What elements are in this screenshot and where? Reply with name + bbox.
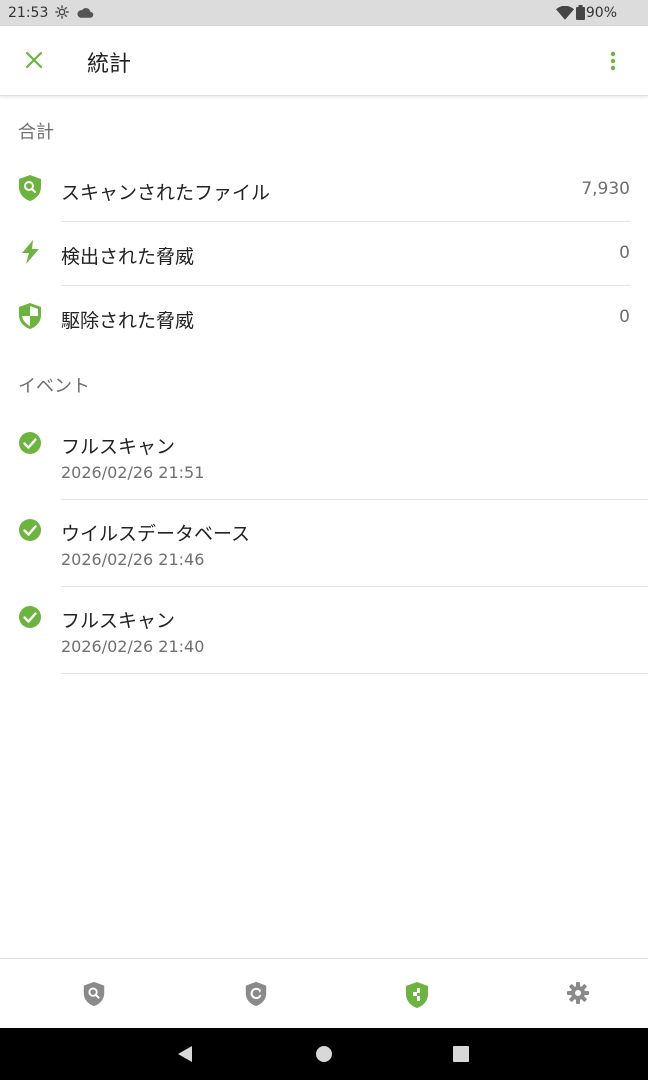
back-icon[interactable] xyxy=(176,1044,194,1068)
shield-statistics-icon xyxy=(406,982,428,1008)
event-title: フルスキャン xyxy=(61,436,176,458)
shield-update-icon xyxy=(245,981,267,1007)
stat-value: 0 xyxy=(619,307,630,327)
stat-value: 0 xyxy=(619,243,630,263)
stat-row-threats-detected: 検出された脅威 0 xyxy=(0,222,648,286)
tab-scan[interactable] xyxy=(14,959,176,1029)
shield-search-icon xyxy=(18,174,42,206)
shield-half-icon xyxy=(18,302,42,334)
home-icon[interactable] xyxy=(315,1045,333,1067)
stat-value: 7,930 xyxy=(581,179,630,199)
event-date: 2026/02/26 21:40 xyxy=(61,637,205,656)
battery-percent: 90% xyxy=(585,5,617,21)
divider xyxy=(61,673,648,674)
stat-label: 検出された脅威 xyxy=(61,246,195,268)
totals-header: 合計 xyxy=(18,122,54,143)
cloud-icon xyxy=(76,6,94,23)
tab-statistics[interactable] xyxy=(336,959,498,1029)
status-time: 21:53 xyxy=(8,5,49,21)
close-icon[interactable] xyxy=(22,48,46,76)
stat-label: スキャンされたファイル xyxy=(61,182,271,204)
events-header: イベント xyxy=(18,376,90,397)
stat-row-threats-removed: 駆除された脅威 0 xyxy=(0,286,648,350)
settings-gear-icon xyxy=(54,4,70,24)
stat-row-scanned-files: スキャンされたファイル 7,930 xyxy=(0,158,648,222)
event-date: 2026/02/26 21:46 xyxy=(61,550,205,569)
tab-settings[interactable] xyxy=(498,959,648,1029)
recents-icon[interactable] xyxy=(453,1046,469,1066)
wifi-icon xyxy=(556,5,574,24)
event-item[interactable]: ウイルスデータベース 2026/02/26 21:46 xyxy=(0,500,648,587)
page-title: 統計 xyxy=(87,52,132,77)
system-navigation-bar xyxy=(0,1028,648,1080)
event-title: ウイルスデータベース xyxy=(61,523,251,545)
shield-search-icon xyxy=(83,981,105,1007)
more-vert-icon[interactable] xyxy=(603,48,623,76)
app-bar: 統計 xyxy=(0,26,648,96)
check-circle-icon xyxy=(18,605,42,633)
battery-icon xyxy=(576,5,585,24)
bottom-navigation xyxy=(0,958,648,1029)
check-circle-icon xyxy=(18,518,42,546)
lightning-icon xyxy=(18,238,42,270)
stat-label: 駆除された脅威 xyxy=(61,310,195,332)
event-item[interactable]: フルスキャン 2026/02/26 21:40 xyxy=(0,587,648,674)
event-title: フルスキャン xyxy=(61,610,176,632)
event-item[interactable]: フルスキャン 2026/02/26 21:51 xyxy=(0,413,648,500)
status-bar: 21:53 90% xyxy=(0,0,648,26)
gear-icon xyxy=(567,982,589,1004)
tab-update[interactable] xyxy=(176,959,338,1029)
check-circle-icon xyxy=(18,431,42,459)
event-date: 2026/02/26 21:51 xyxy=(61,463,205,482)
